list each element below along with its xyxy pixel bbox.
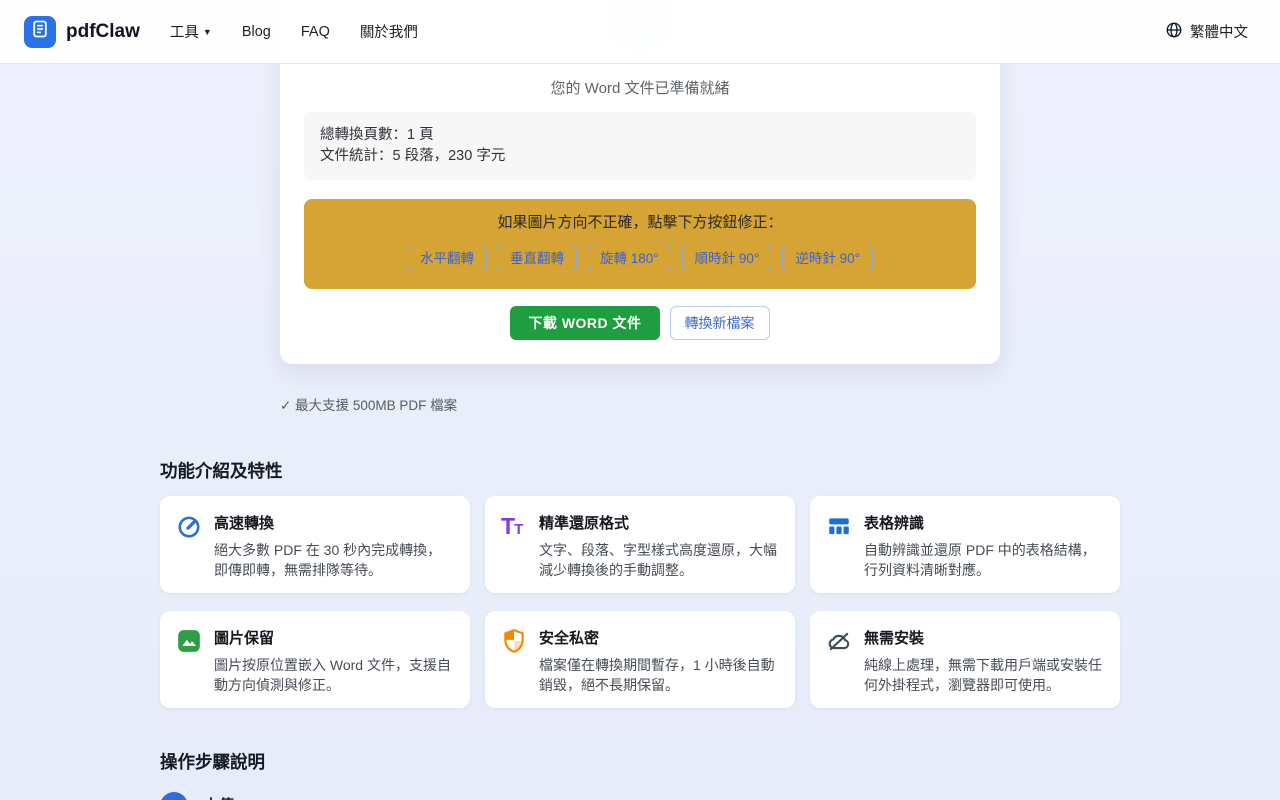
document-icon xyxy=(30,19,50,44)
speed-gauge-icon xyxy=(176,513,202,539)
text-format-icon-small: T xyxy=(514,521,522,538)
convert-new-file-button[interactable]: 轉換新檔案 xyxy=(670,306,770,340)
result-title: 您的 Word 文件已準備就緒 xyxy=(304,77,976,98)
feature-title: 表格辨識 xyxy=(864,512,1104,533)
language-switcher[interactable]: 繁體中文 xyxy=(1165,21,1248,43)
feature-card-format-body: 精準還原格式 文字、段落、字型樣式高度還原，大幅減少轉換後的手動調整。 xyxy=(539,512,779,580)
feature-card-no-install-body: 無需安裝 純線上處理，無需下載用戶端或安裝任何外掛程式，瀏覽器即可使用。 xyxy=(864,627,1104,695)
feature-grid: 高速轉換 絕大多數 PDF 在 30 秒內完成轉換，即傳即轉，無需排隊等待。 T… xyxy=(160,496,1120,708)
globe-icon xyxy=(1165,21,1183,43)
feature-title: 圖片保留 xyxy=(214,627,454,648)
nav-item-about[interactable]: 關於我們 xyxy=(360,21,418,42)
feature-title: 高速轉換 xyxy=(214,512,454,533)
orientation-fix-panel: 如果圖片方向不正確，點擊下方按鈕修正： 水平翻轉 垂直翻轉 旋轉 180° 順時… xyxy=(304,199,976,289)
feature-card-security-body: 安全私密 檔案僅在轉換期間暫存，1 小時後自動銷毀，絕不長期保留。 xyxy=(539,627,779,695)
image-icon xyxy=(176,628,202,654)
app-logo[interactable] xyxy=(24,16,56,48)
feature-title: 無需安裝 xyxy=(864,627,1104,648)
steps-section-title: 操作步驟說明 xyxy=(160,749,1120,774)
features-section: 功能介紹及特性 高速轉換 絕大多數 PDF 在 30 秒內完成轉換，即傳即轉，無… xyxy=(160,458,1120,708)
flip-vertical-button[interactable]: 垂直翻轉 xyxy=(497,245,577,272)
text-format-icon-big: T xyxy=(501,513,514,539)
step-number-badge: 1 xyxy=(160,792,188,800)
feature-card-table-body: 表格辨識 自動辨識並還原 PDF 中的表格結構，行列資料清晰對應。 xyxy=(864,512,1104,580)
orientation-message: 如果圖片方向不正確，點擊下方按鈕修正： xyxy=(320,213,960,233)
page-content: ✓ 您的 Word 文件已準備就緒 總轉換頁數：1 頁 文件統計：5 段落，23… xyxy=(0,0,1280,800)
stat-pages: 總轉換頁數：1 頁 xyxy=(320,125,960,146)
rotate-ccw-90-button[interactable]: 逆時針 90° xyxy=(782,245,873,272)
feature-desc: 檔案僅在轉換期間暫存，1 小時後自動銷毀，絕不長期保留。 xyxy=(539,655,779,695)
nav-item-faq-label: FAQ xyxy=(301,24,330,40)
chevron-down-icon: ▼ xyxy=(203,27,212,37)
text-format-icon: TT xyxy=(501,513,527,539)
stat-document: 文件統計：5 段落，230 字元 xyxy=(320,146,960,167)
nav-item-tools-label: 工具 xyxy=(170,21,199,42)
download-word-button[interactable]: 下載 WORD 文件 xyxy=(510,306,659,340)
nav-item-blog[interactable]: Blog xyxy=(242,24,271,40)
feature-desc: 自動辨識並還原 PDF 中的表格結構，行列資料清晰對應。 xyxy=(864,540,1104,580)
rotate-180-button[interactable]: 旋轉 180° xyxy=(587,245,672,272)
step-item-1: 1 上傳 PDF 將檔案拖放到上傳區，或點擊「選擇檔案」按鈕選擇本機 PDF（最… xyxy=(160,789,1120,800)
nav-item-faq[interactable]: FAQ xyxy=(301,24,330,40)
orientation-buttons: 水平翻轉 垂直翻轉 旋轉 180° 順時針 90° 逆時針 90° xyxy=(320,245,960,272)
feature-card-image-body: 圖片保留 圖片按原位置嵌入 Word 文件，支援自動方向偵測與修正。 xyxy=(214,627,454,695)
feature-title: 安全私密 xyxy=(539,627,779,648)
steps-section: 操作步驟說明 1 上傳 PDF 將檔案拖放到上傳區，或點擊「選擇檔案」按鈕選擇本… xyxy=(160,749,1120,800)
feature-card-no-install: 無需安裝 純線上處理，無需下載用戶端或安裝任何外掛程式，瀏覽器即可使用。 xyxy=(810,611,1120,708)
feature-card-image: 圖片保留 圖片按原位置嵌入 Word 文件，支援自動方向偵測與修正。 xyxy=(160,611,470,708)
result-actions: 下載 WORD 文件 轉換新檔案 xyxy=(304,306,976,340)
feature-desc: 純線上處理，無需下載用戶端或安裝任何外掛程式，瀏覽器即可使用。 xyxy=(864,655,1104,695)
file-limit-note-wrap: ✓ 最大支援 500MB PDF 檔案 xyxy=(280,394,1000,414)
feature-desc: 文字、段落、字型樣式高度還原，大幅減少轉換後的手動調整。 xyxy=(539,540,779,580)
nav-item-about-label: 關於我們 xyxy=(360,21,418,42)
step-item-1-body: 上傳 PDF 將檔案拖放到上傳區，或點擊「選擇檔案」按鈕選擇本機 PDF（最大 … xyxy=(204,789,697,800)
brand-name[interactable]: pdfClaw xyxy=(66,21,140,43)
table-icon xyxy=(826,513,852,539)
feature-card-speed-body: 高速轉換 絕大多數 PDF 在 30 秒內完成轉換，即傳即轉，無需排隊等待。 xyxy=(214,512,454,580)
shield-icon xyxy=(501,628,527,654)
flip-horizontal-button[interactable]: 水平翻轉 xyxy=(407,245,487,272)
feature-desc: 絕大多數 PDF 在 30 秒內完成轉換，即傳即轉，無需排隊等待。 xyxy=(214,540,454,580)
main-nav: 工具 ▼ Blog FAQ 關於我們 xyxy=(170,21,418,42)
step-title: 上傳 PDF xyxy=(204,794,697,800)
file-limit-note: ✓ 最大支援 500MB PDF 檔案 xyxy=(280,394,1000,414)
feature-card-format: TT 精準還原格式 文字、段落、字型樣式高度還原，大幅減少轉換後的手動調整。 xyxy=(485,496,795,593)
feature-card-speed: 高速轉換 絕大多數 PDF 在 30 秒內完成轉換，即傳即轉，無需排隊等待。 xyxy=(160,496,470,593)
feature-title: 精準還原格式 xyxy=(539,512,779,533)
rotate-cw-90-button[interactable]: 順時針 90° xyxy=(682,245,773,272)
feature-card-security: 安全私密 檔案僅在轉換期間暫存，1 小時後自動銷毀，絕不長期保留。 xyxy=(485,611,795,708)
nav-item-blog-label: Blog xyxy=(242,24,271,40)
language-label: 繁體中文 xyxy=(1190,21,1248,42)
cloud-off-icon xyxy=(826,628,852,654)
navbar: pdfClaw 工具 ▼ Blog FAQ 關於我們 繁體中文 xyxy=(0,0,1280,64)
conversion-stats: 總轉換頁數：1 頁 文件統計：5 段落，230 字元 xyxy=(304,112,976,180)
feature-card-table: 表格辨識 自動辨識並還原 PDF 中的表格結構，行列資料清晰對應。 xyxy=(810,496,1120,593)
nav-item-tools[interactable]: 工具 ▼ xyxy=(170,21,212,42)
feature-desc: 圖片按原位置嵌入 Word 文件，支援自動方向偵測與修正。 xyxy=(214,655,454,695)
features-section-title: 功能介紹及特性 xyxy=(160,458,1120,483)
